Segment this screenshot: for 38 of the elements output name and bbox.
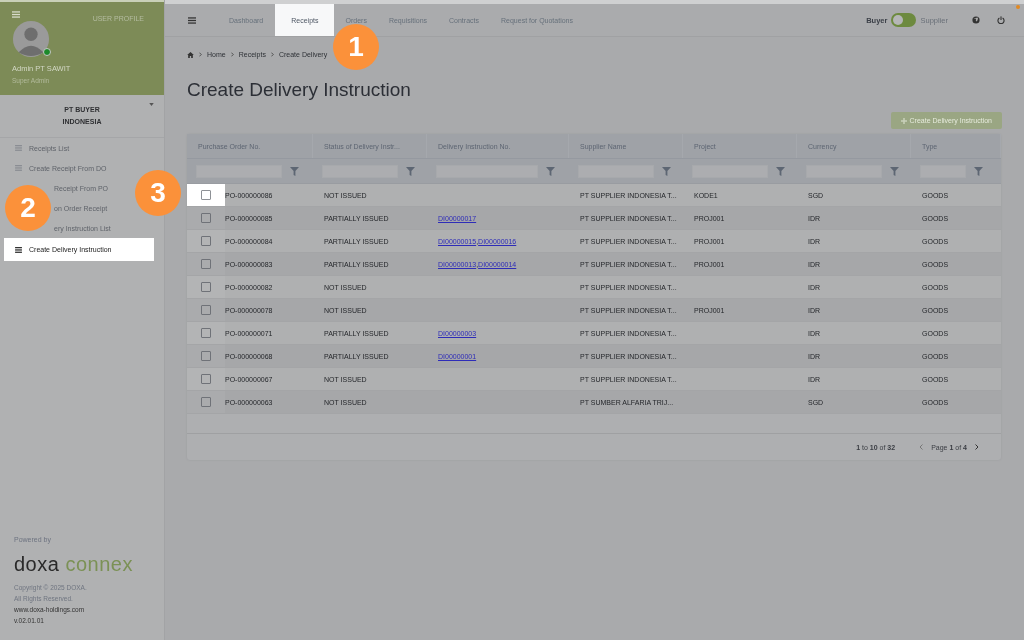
caret-icon — [149, 103, 154, 106]
plus-icon — [900, 117, 907, 124]
row-checkbox[interactable] — [201, 397, 211, 407]
filter-icon[interactable] — [776, 166, 785, 176]
row-checkbox[interactable] — [201, 351, 211, 361]
menu-icon[interactable] — [188, 16, 196, 24]
power-icon[interactable] — [997, 16, 1005, 24]
row-checkbox[interactable] — [201, 374, 211, 384]
chevron-right-icon[interactable] — [975, 444, 979, 450]
list-icon — [15, 145, 22, 151]
chevron-left-icon[interactable] — [919, 444, 924, 450]
row-checkbox[interactable] — [201, 236, 211, 246]
row-checkbox[interactable] — [201, 190, 211, 200]
row-checkbox[interactable] — [201, 305, 211, 315]
filter-icon[interactable] — [290, 166, 299, 176]
filter-icon[interactable] — [406, 166, 415, 176]
row-checkbox[interactable] — [201, 328, 211, 338]
step-number-badge: 1 — [333, 24, 379, 70]
page-title: Create Delivery Instruction — [187, 79, 412, 101]
menu-icon[interactable] — [12, 10, 20, 18]
list-icon — [15, 165, 22, 171]
filter-icon[interactable] — [546, 166, 555, 176]
home-icon[interactable] — [187, 51, 194, 58]
filter-icon[interactable] — [662, 166, 671, 176]
step-number-badge: 3 — [135, 170, 181, 216]
chevron-icon — [270, 52, 274, 57]
list-icon — [15, 246, 22, 253]
globe-icon[interactable] — [972, 16, 980, 24]
chevron-icon — [230, 52, 234, 57]
filter-icon[interactable] — [974, 166, 983, 176]
role-toggle[interactable] — [891, 13, 917, 27]
row-checkbox[interactable] — [201, 259, 211, 269]
doxa-logo: doxa connex — [14, 553, 134, 576]
avatar-icon — [12, 20, 50, 58]
filter-icon[interactable] — [890, 166, 899, 176]
chevron-icon — [199, 52, 202, 57]
row-checkbox[interactable] — [201, 213, 211, 223]
row-checkbox[interactable] — [201, 282, 211, 292]
